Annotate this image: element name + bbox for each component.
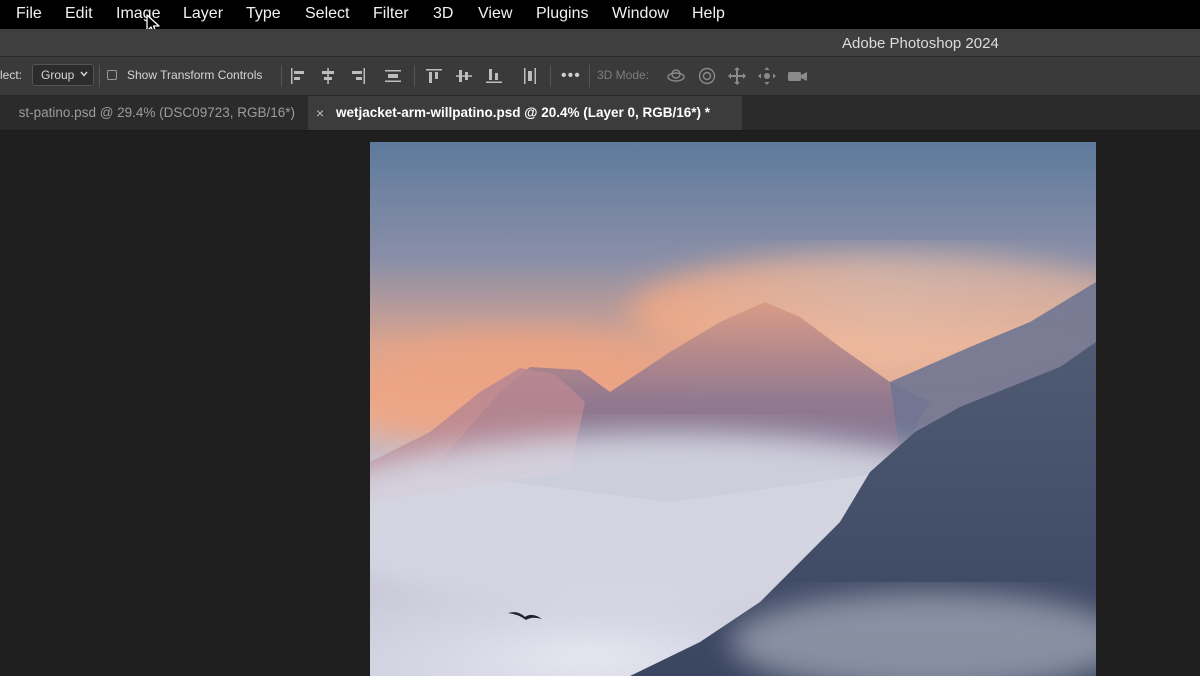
menu-type[interactable]: Type: [246, 5, 281, 23]
menu-select[interactable]: Select: [305, 5, 349, 23]
align-right-edges-icon[interactable]: [348, 66, 368, 86]
align-top-edges-icon[interactable]: [424, 66, 444, 86]
document-tab-label: st-patino.psd @ 29.4% (DSC09723, RGB/16*…: [18, 105, 295, 120]
document-tab-active[interactable]: × wetjacket-arm-willpatino.psd @ 20.4% (…: [308, 96, 742, 130]
align-vertical-centers-icon[interactable]: [454, 66, 474, 86]
more-options-icon[interactable]: •••: [561, 67, 581, 85]
auto-select-value: Group: [41, 68, 75, 82]
options-divider: [414, 65, 415, 87]
align-horizontal-centers-icon[interactable]: [318, 66, 338, 86]
3d-mode-label: 3D Mode:: [597, 68, 650, 82]
menu-plugins[interactable]: Plugins: [536, 5, 588, 23]
menu-help[interactable]: Help: [692, 5, 725, 23]
menu-bar: File Edit Image Layer Type Select Filter…: [0, 0, 1200, 35]
document-tab-label: wetjacket-arm-willpatino.psd @ 20.4% (La…: [336, 105, 711, 120]
options-divider: [589, 65, 590, 87]
slide-3d-icon[interactable]: [757, 66, 777, 86]
show-transform-controls-checkbox[interactable]: [107, 70, 117, 80]
document-tab-bar: st-patino.psd @ 29.4% (DSC09723, RGB/16*…: [0, 96, 1200, 131]
menu-filter[interactable]: Filter: [373, 5, 409, 23]
mountain-photo: [370, 142, 1096, 676]
camera-3d-icon[interactable]: [787, 66, 807, 86]
menu-layer[interactable]: Layer: [183, 5, 223, 23]
menu-view[interactable]: View: [478, 5, 512, 23]
options-divider: [99, 65, 100, 87]
app-title: Adobe Photoshop 2024: [842, 35, 999, 52]
auto-select-label: lect:: [0, 68, 23, 82]
orbit-3d-icon[interactable]: [666, 66, 686, 86]
close-icon[interactable]: ×: [316, 96, 324, 130]
pan-3d-icon[interactable]: [727, 66, 747, 86]
chevron-down-icon: [79, 68, 89, 83]
roll-3d-icon[interactable]: [697, 66, 717, 86]
menu-file[interactable]: File: [16, 5, 42, 23]
canvas-workspace[interactable]: [0, 131, 1200, 676]
menu-window[interactable]: Window: [612, 5, 669, 23]
align-bottom-edges-icon[interactable]: [484, 66, 504, 86]
document-tab-inactive[interactable]: st-patino.psd @ 29.4% (DSC09723, RGB/16*…: [0, 96, 308, 130]
document-canvas-image[interactable]: [370, 142, 1096, 676]
options-divider: [281, 65, 282, 87]
move-tool-options-bar: lect: Group Show Transform Controls ••• …: [0, 57, 1200, 96]
app-title-bar: Adobe Photoshop 2024: [0, 29, 1200, 57]
options-divider: [550, 65, 551, 87]
distribute-vertical-icon[interactable]: [520, 66, 540, 86]
auto-select-dropdown[interactable]: Group: [32, 64, 94, 86]
show-transform-controls-label: Show Transform Controls: [127, 68, 263, 82]
distribute-horizontal-icon[interactable]: [383, 66, 403, 86]
align-left-edges-icon[interactable]: [288, 66, 308, 86]
menu-edit[interactable]: Edit: [65, 5, 93, 23]
menu-3d[interactable]: 3D: [433, 5, 453, 23]
